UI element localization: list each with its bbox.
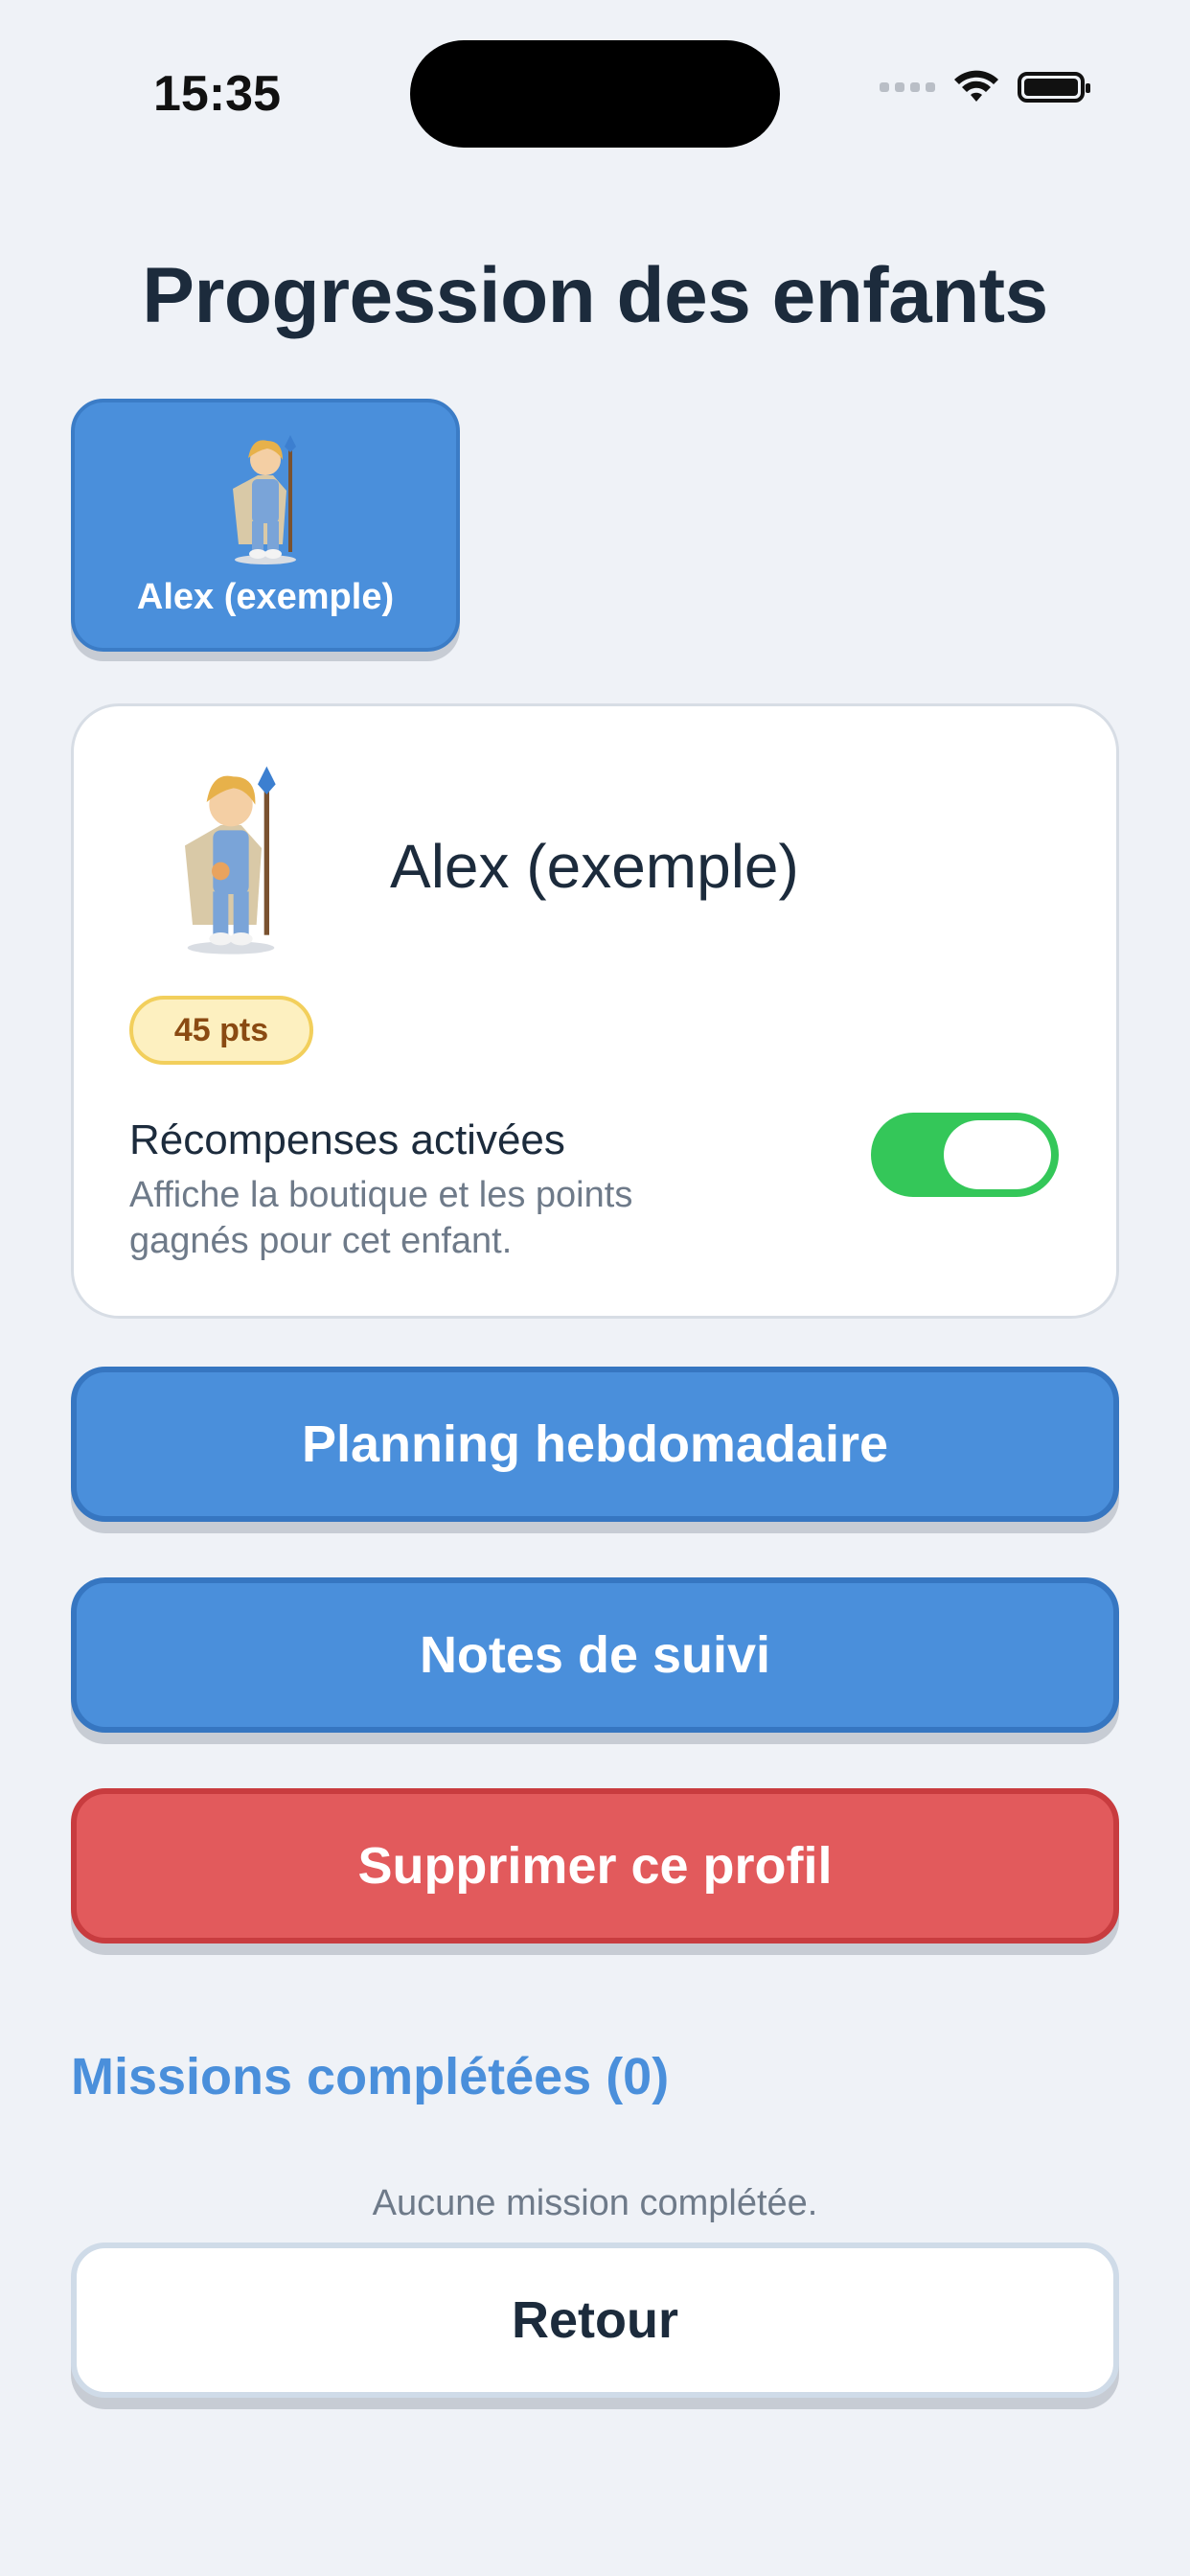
- delete-profile-button[interactable]: Supprimer ce profil: [71, 1788, 1119, 1944]
- profile-card: Alex (exemple) 45 pts Récompenses activé…: [71, 703, 1119, 1319]
- dynamic-island: [410, 40, 780, 148]
- status-icons: [880, 69, 1090, 105]
- follow-up-notes-button[interactable]: Notes de suivi: [71, 1577, 1119, 1733]
- back-button[interactable]: Retour: [71, 2242, 1119, 2398]
- child-selector-item[interactable]: Alex (exemple): [71, 399, 460, 652]
- cellular-dots-icon: [880, 82, 935, 92]
- toggle-knob: [944, 1120, 1051, 1189]
- page-title: Progression des enfants: [142, 252, 1048, 339]
- missions-section-title: Missions complétées (0): [71, 2048, 670, 2105]
- child-hero-avatar-icon: [185, 766, 276, 954]
- missions-empty-message: Aucune mission complétée.: [372, 2183, 818, 2223]
- status-time: 15:35: [153, 66, 281, 122]
- profile-name: Alex (exemple): [390, 832, 799, 901]
- rewards-toggle-description: Affiche la boutique et les points gagnés…: [129, 1175, 633, 1261]
- points-badge: 45 pts: [129, 996, 313, 1065]
- weekly-planning-button[interactable]: Planning hebdomadaire: [71, 1367, 1119, 1522]
- child-selector-label: Alex (exemple): [136, 577, 395, 617]
- rewards-toggle-label: Récompenses activées: [129, 1116, 565, 1163]
- battery-icon: [1018, 72, 1090, 103]
- wifi-icon: [954, 70, 998, 102]
- rewards-toggle[interactable]: [871, 1113, 1059, 1197]
- child-hero-avatar-icon: [233, 435, 296, 564]
